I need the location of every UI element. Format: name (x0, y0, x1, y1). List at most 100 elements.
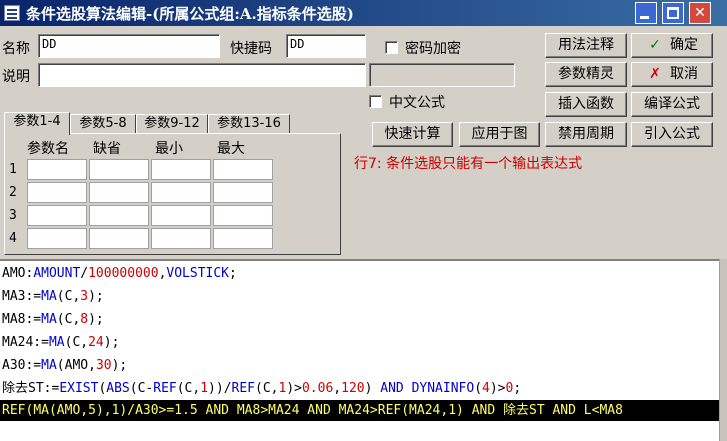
code-token: AMO: (2, 266, 34, 281)
param-max-cell[interactable] (213, 205, 273, 226)
code-token: 24 (88, 335, 104, 350)
chinese-formula-label: 中文公式 (389, 95, 445, 111)
param-default-cell[interactable] (89, 182, 149, 203)
disable-period-button[interactable]: 禁用周期 (545, 122, 627, 147)
grid-header-max: 最大 (217, 141, 245, 157)
param-default-cell[interactable] (89, 205, 149, 226)
code-token: 1 (448, 403, 457, 418)
code-token: VOLSTICK (166, 266, 230, 281)
code-token: AND (471, 403, 496, 418)
code-token: ) (456, 403, 472, 418)
password-label: 密码加密 (405, 41, 461, 57)
code-token: AND (307, 403, 331, 418)
code-token: MA8>MA24 (229, 403, 308, 418)
param-name-cell[interactable] (27, 205, 87, 226)
formula-editor[interactable]: REF ( MA (AMO,5), 1 )/A30>=1.5 AND MA8>MA24 A… (0, 259, 719, 441)
cancel-button[interactable]: ✗ 取消 (631, 62, 713, 87)
highlighted-line: REF(MA(AMO,5),1)/A30>=1.5 AND MA8>MA24 A… (0, 400, 719, 421)
import-formula-button[interactable]: 引入公式 (631, 122, 713, 147)
code-token: MA8:= (2, 312, 42, 327)
code-line: MA3:=MA(C,3); (2, 286, 104, 307)
maximize-button[interactable] (662, 2, 684, 24)
name-label: 名称 (2, 41, 30, 57)
usage-note-button[interactable]: 用法注释 (545, 33, 627, 58)
code-token: 4 (482, 381, 490, 396)
param-min-cell[interactable] (151, 182, 211, 203)
cancel-label: 取消 (670, 66, 698, 82)
code-token: )/A30>= (119, 403, 175, 418)
tab-params-9-12[interactable]: 参数9-12 (136, 114, 208, 134)
param-name-cell[interactable] (27, 182, 87, 203)
param-min-cell[interactable] (151, 159, 211, 180)
code-token: MA24> (330, 403, 378, 418)
minimize-button[interactable] (635, 2, 657, 24)
close-button[interactable]: ✕ (689, 2, 711, 24)
desc-label: 说明 (2, 69, 30, 85)
code-token: 5 (88, 403, 96, 418)
code-token: REF (153, 381, 177, 396)
code-token: / (80, 266, 89, 281)
code-token: AMOUNT (33, 266, 81, 281)
chinese-formula-checkbox[interactable] (369, 95, 382, 108)
shortcut-input[interactable]: DD (286, 34, 366, 58)
apply-to-chart-button[interactable]: 应用于图 (459, 122, 540, 147)
code-line: MA24:=MA(C,24); (2, 332, 119, 353)
minimize-icon (640, 16, 649, 19)
tab-params-1-4[interactable]: 参数1-4 (4, 112, 70, 135)
param-name-cell[interactable] (27, 228, 87, 249)
param-default-cell[interactable] (89, 159, 149, 180)
ok-label: 确定 (670, 37, 698, 53)
param-max-cell[interactable] (213, 228, 273, 249)
code-token: (AMO, (48, 403, 89, 418)
close-icon: ✕ (694, 5, 706, 21)
code-token: DYNAINFO (411, 381, 475, 396)
param-max-cell[interactable] (213, 182, 273, 203)
code-token: ; (513, 381, 522, 396)
code-token: MA3:= (2, 289, 42, 304)
tab-params-13-16[interactable]: 参数13-16 (208, 114, 290, 134)
code-token: MA (41, 312, 57, 327)
app-icon (4, 5, 20, 21)
grid-header-min: 最小 (155, 141, 183, 157)
editor-scrollbar[interactable] (719, 259, 727, 441)
code-token: 除去ST (495, 403, 553, 418)
code-token: ( (474, 381, 483, 396)
param-wizard-button[interactable]: 参数精灵 (545, 62, 627, 87)
password-checkbox[interactable] (385, 41, 398, 54)
desc-input[interactable] (38, 63, 366, 87)
param-min-cell[interactable] (151, 205, 211, 226)
code-token: A30:= (2, 358, 42, 373)
code-token: (C, (56, 289, 81, 304)
code-token: MA24:= (2, 335, 49, 350)
code-token: (MA24, (401, 403, 449, 418)
code-token: 8 (80, 312, 89, 327)
ok-button[interactable]: ✓ 确定 (631, 33, 713, 58)
code-token: 30 (95, 358, 112, 373)
param-min-cell[interactable] (151, 228, 211, 249)
insert-function-button[interactable]: 插入函数 (545, 92, 627, 117)
code-token: 100000000 (88, 266, 159, 281)
grid-row-number: 4 (9, 231, 17, 246)
code-token: , (333, 381, 342, 396)
code-token: 1 (200, 381, 209, 396)
param-panel: 参数名 缺省 最小 最大 1 2 3 4 (4, 133, 341, 255)
param-default-cell[interactable] (89, 228, 149, 249)
grid-header-default: 缺省 (93, 141, 121, 157)
quick-calc-button[interactable]: 快速计算 (372, 122, 453, 147)
code-token: ); (103, 335, 120, 350)
code-token: (C- (129, 381, 154, 396)
code-token: ; (229, 266, 237, 281)
compile-formula-button[interactable]: 编译公式 (631, 92, 713, 117)
param-max-cell[interactable] (213, 159, 273, 180)
code-token: AND (380, 381, 404, 396)
code-token: )> (489, 381, 506, 396)
window-title: 条件选股算法编辑-(所属公式组:A.指标条件选股) (26, 5, 354, 23)
param-name-cell[interactable] (27, 159, 87, 180)
tab-params-5-8[interactable]: 参数5-8 (70, 114, 136, 134)
code-token: AND (205, 403, 230, 418)
name-input[interactable]: DD (38, 34, 220, 58)
code-token: ) (364, 381, 381, 396)
grid-header-name: 参数名 (27, 141, 69, 157)
code-token: 1.5 (174, 403, 198, 418)
